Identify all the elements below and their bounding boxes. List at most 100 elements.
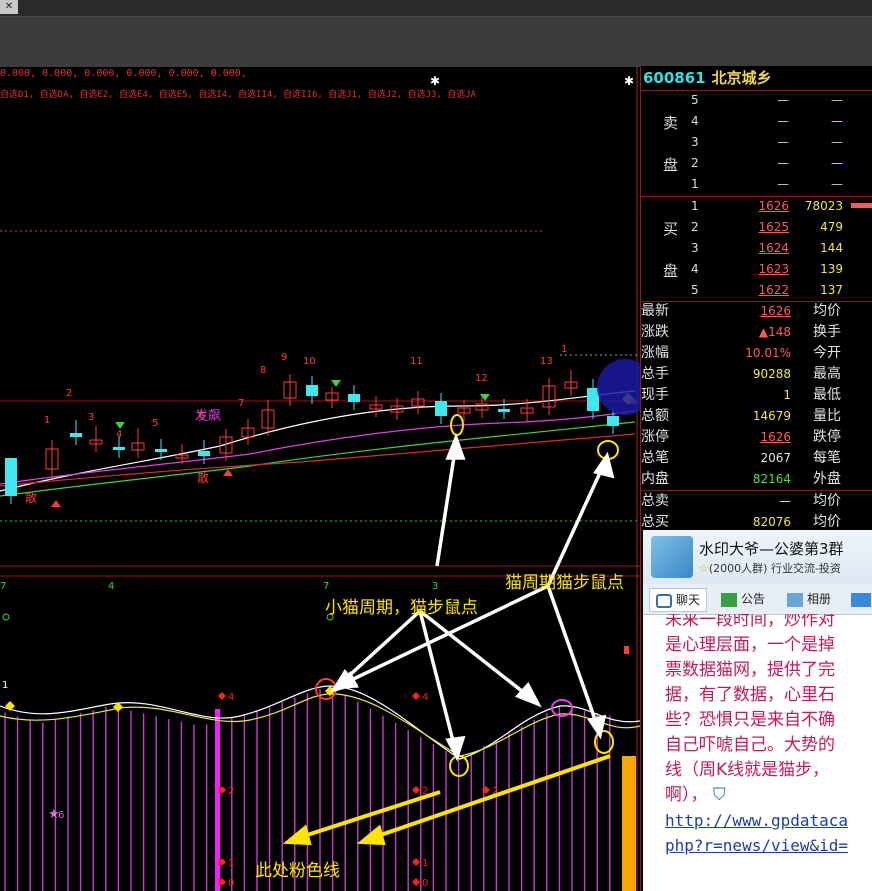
quote-row: 总额 14679 量比 <box>641 406 872 427</box>
close-icon[interactable]: ✕ <box>0 0 18 14</box>
tab-album[interactable]: 相册 <box>787 588 831 610</box>
quote-label: 内盘 <box>641 471 669 487</box>
star-label: 6 <box>58 810 64 821</box>
count-label: 3 <box>88 412 94 423</box>
tab-folder[interactable] <box>851 588 872 610</box>
yellow-diamond-icon <box>5 701 15 711</box>
tab-notice[interactable]: 公告 <box>721 588 765 610</box>
down-arrow-icon <box>331 380 341 387</box>
annotation-kitten-cycle: 小猫周期，猫步鼠点 <box>325 598 478 618</box>
chat-message: 未来一段时间，炒作对 是心理层面，一个是掉 票数据猫网，提供了完 据，有了数据，… <box>665 614 872 891</box>
annotation-cat-cycle: 猫周期猫步鼠点 <box>505 573 624 593</box>
up-arrow-icon <box>223 469 233 476</box>
quote-label: 涨幅 <box>641 345 669 361</box>
count-label: 12 <box>475 373 488 384</box>
candle-body <box>306 385 318 396</box>
stock-name: 北京城乡 <box>711 69 772 87</box>
quote-value: 1626 <box>760 430 791 444</box>
count-label: 1 <box>44 415 50 426</box>
count-label: 10 <box>303 356 316 367</box>
quote-label: 量比 <box>813 408 841 424</box>
candle-body <box>607 416 619 426</box>
lower-count-label: 4 <box>108 581 114 592</box>
red-diamond-icon <box>412 786 420 794</box>
green-dot-icon <box>2 613 10 621</box>
quote-label: 换手 <box>813 324 841 340</box>
toolbar-area <box>0 16 872 67</box>
chat-tabs: 聊天 公告 相册 <box>643 584 872 615</box>
quote-label: 总笔 <box>641 450 669 466</box>
chat-window[interactable]: 水印大爷—公婆第3群 ☆(2000人群) 行业交流-投资 聊天 公告 相册 未来… <box>643 530 872 891</box>
quote-value: 90288 <box>752 367 791 381</box>
sell-row: 5— — <box>691 93 843 107</box>
quote-row: 总卖 — 均价 <box>641 491 872 512</box>
sell-row: 2— — <box>691 156 843 170</box>
buy-row: 2 1625 479 <box>691 220 843 234</box>
lower-first-label: 1 <box>2 680 8 691</box>
red-diamond-label: 2 <box>228 786 234 797</box>
red-tick <box>624 646 629 654</box>
quote-label: 外盘 <box>813 471 841 487</box>
ma-magenta-line <box>0 410 636 485</box>
down-arrow-icon <box>115 422 125 429</box>
red-diamond-icon <box>412 858 420 866</box>
quote-label: 总卖 <box>641 493 669 509</box>
quote-value: 1626 <box>760 304 791 318</box>
up-arrow-icon <box>51 500 61 507</box>
quote-label: 最低 <box>813 387 841 403</box>
quote-label: 总额 <box>641 408 669 424</box>
sell-row: 1— — <box>691 177 843 191</box>
kline-chart[interactable]: ✱ ✱ 发飙 散 散 123456789 10 1112131 7473 1 4 42… <box>0 66 640 891</box>
upper-count-labels: 123456789 10 1112131 <box>44 344 567 440</box>
buy-row: 3 1624 144 <box>691 241 843 255</box>
candle-body <box>435 401 447 416</box>
quote-value: ▲148 <box>758 325 791 339</box>
sell-tag: 散 <box>197 470 209 485</box>
buy-row: 4 1623 139 <box>691 262 843 276</box>
count-label: 8 <box>260 365 266 376</box>
buy-orderbook: 1 1626 78023 2 1625 479 3 1624 144 4 1623 139 51… <box>641 196 872 301</box>
quote-row: 内盘 82164 外盘 <box>641 469 872 490</box>
highlight-circle <box>597 359 640 415</box>
quote-row: 涨停 1626 跌停 <box>641 427 872 448</box>
group-subtitle: ☆(2000人群) 行业交流-投资 <box>699 562 841 575</box>
folder-icon <box>851 592 871 607</box>
count-label: 5 <box>152 418 158 429</box>
buy-row: 1 1626 78023 <box>691 199 843 213</box>
count-label: 9 <box>281 352 287 363</box>
flag-icon <box>721 592 737 607</box>
quote-label: 总手 <box>641 366 669 382</box>
quote-value: 10.01% <box>745 346 791 360</box>
group-name: 水印大爷—公婆第3群 <box>699 540 844 558</box>
count-label: 13 <box>540 356 553 367</box>
quote-label: 最高 <box>813 366 841 382</box>
star-icon: ☆ <box>699 562 709 575</box>
red-diamond-label: 1 <box>228 858 234 869</box>
quote-value: 82164 <box>752 472 791 486</box>
candle-body <box>70 433 82 437</box>
quote-label: 现手 <box>641 387 669 403</box>
count-label: 7 <box>238 398 244 409</box>
photo-icon <box>787 592 803 607</box>
red-diamond-icon <box>218 692 226 700</box>
quote-row: 总笔 2067 每笔 <box>641 448 872 469</box>
candle-body <box>198 451 210 456</box>
sell-row: 3— — <box>691 135 843 149</box>
quote-value: 1 <box>783 388 791 402</box>
red-diamond-label: 0 <box>228 878 234 889</box>
candlesticks <box>5 370 638 507</box>
red-diamond-label: 0 <box>422 878 428 889</box>
chat-link[interactable]: php?r=news/view&id= <box>665 833 872 858</box>
count-label: 2 <box>66 388 72 399</box>
tab-chat[interactable]: 聊天 <box>649 588 708 612</box>
title-bar: ✕ <box>0 0 872 16</box>
chat-header: 水印大爷—公婆第3群 ☆(2000人群) 行业交流-投资 <box>643 530 872 584</box>
quote-value: 14679 <box>752 409 791 423</box>
quote-row: 现手 1 最低 <box>641 385 872 406</box>
chat-icon <box>656 593 672 608</box>
ma-white-line <box>0 390 636 492</box>
quote-table: 最新 1626 均价 涨跌 ▲148 换手 涨幅 10.01% 今开 总手 90288 最高 现手 1 最低… <box>641 301 872 533</box>
candle-body <box>155 449 167 452</box>
chat-link[interactable]: http://www.gpdataca <box>665 808 872 833</box>
quote-label: 均价 <box>813 303 841 319</box>
